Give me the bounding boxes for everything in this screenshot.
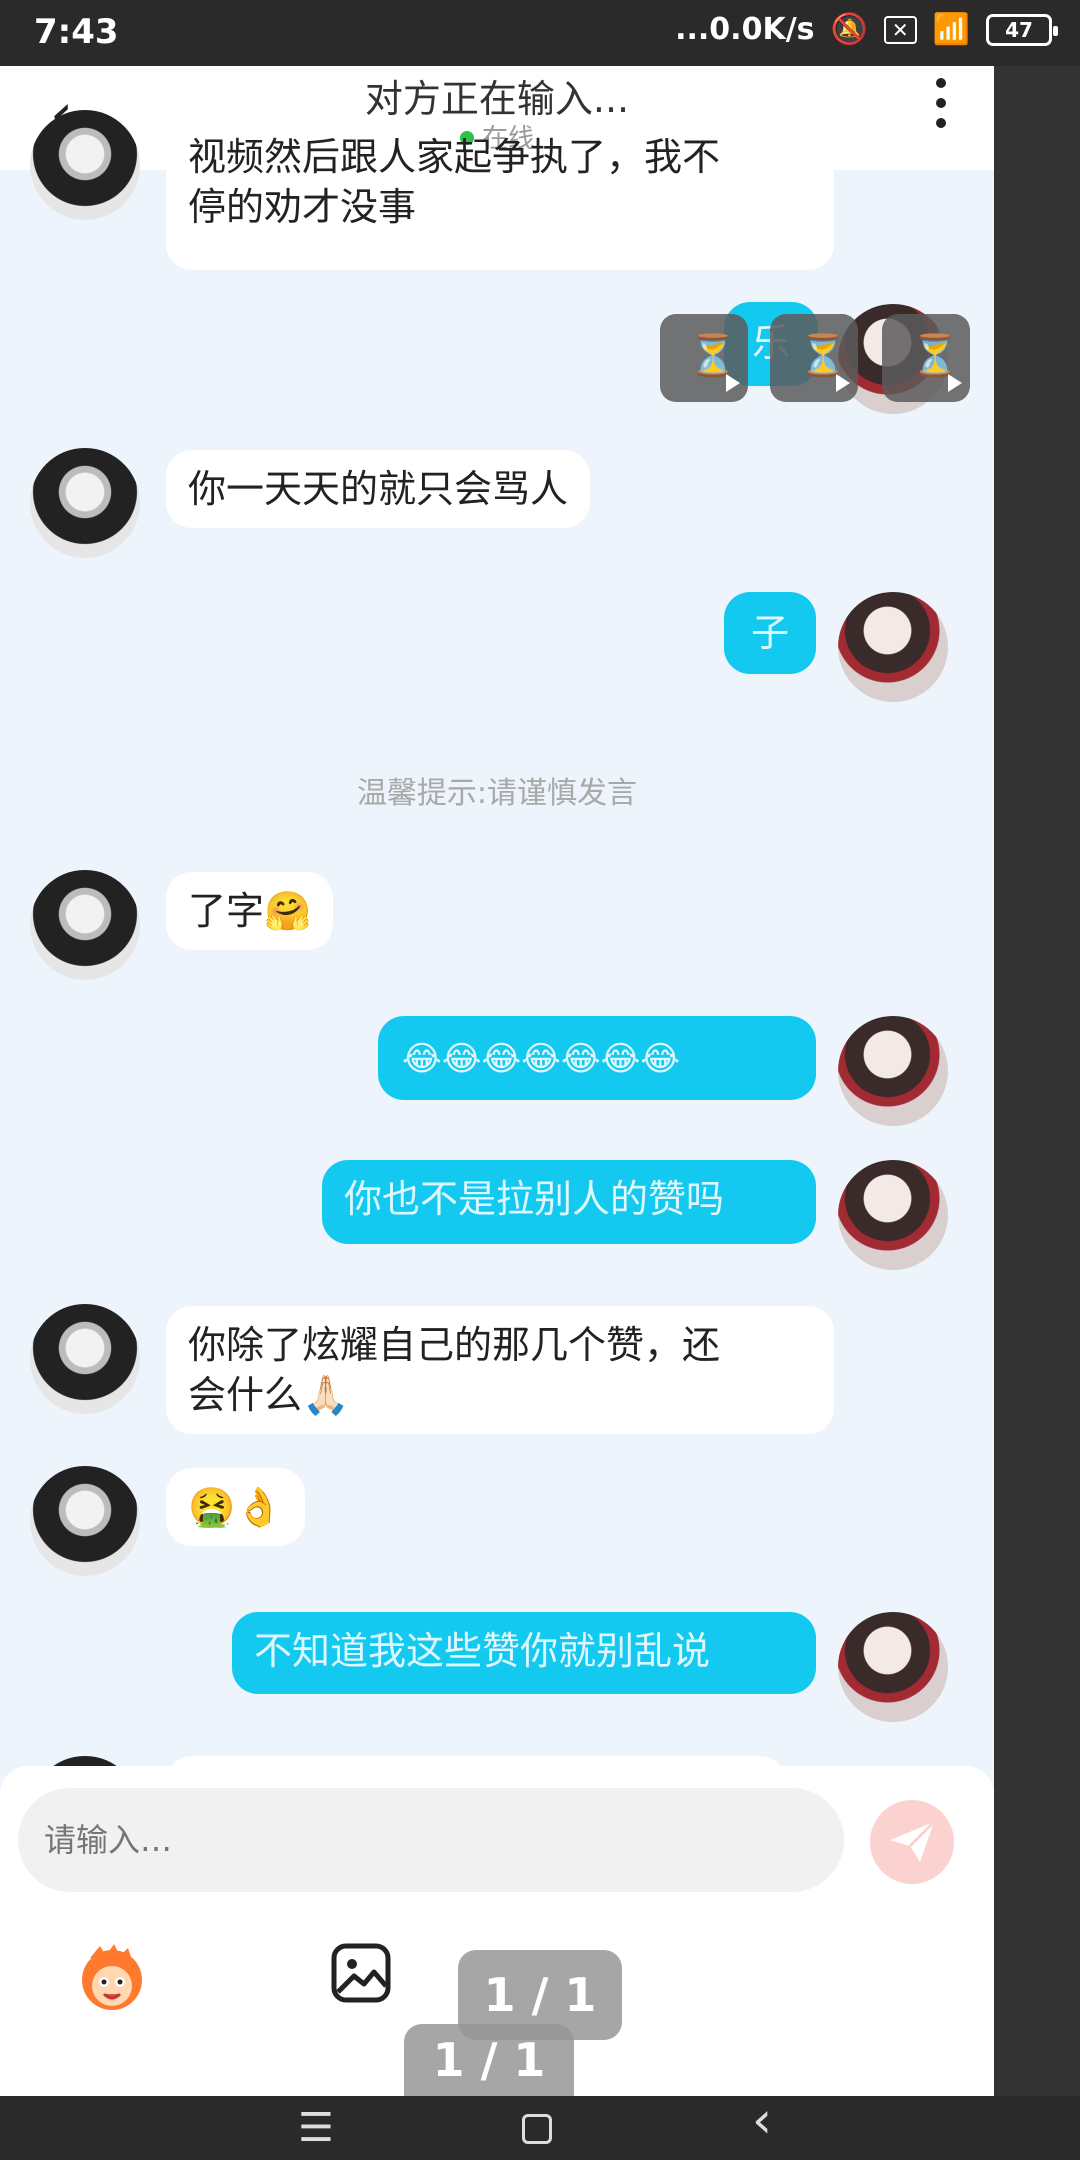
battery-level: 47 [1005, 17, 1033, 42]
play-icon [726, 374, 740, 392]
avatar[interactable] [30, 110, 140, 220]
message-bubble: 你一天天的就只会骂人 [166, 450, 591, 528]
message-text: 不知道我这些赞你就别乱说 [254, 1629, 711, 1673]
hourglass-icon: ⏳ [688, 333, 738, 379]
emoji-face-icon[interactable] [70, 1940, 154, 2012]
avatar[interactable] [838, 1160, 948, 1270]
back-nav-icon[interactable]: ‹ [752, 2095, 772, 2145]
more-vertical-icon[interactable] [936, 78, 950, 128]
side-panel [994, 66, 1080, 2096]
play-icon [948, 374, 962, 392]
wifi-icon: 📶 [932, 12, 970, 47]
avatar[interactable] [30, 448, 140, 558]
avatar[interactable] [30, 1466, 140, 1576]
message-text: 子 [750, 611, 789, 655]
system-tip: 温馨提示:请谨慎发言 [356, 776, 638, 811]
message-text: 视频然后跟人家起争执了，我不 [188, 135, 721, 179]
image-icon[interactable] [330, 1942, 392, 2004]
video-thumb-button[interactable]: ⏳ [770, 314, 858, 402]
message-bubble: 不知道我这些赞你就别乱说 [232, 1612, 816, 1694]
menu-icon[interactable]: ☰ [298, 2108, 334, 2148]
hourglass-icon: ⏳ [910, 333, 960, 379]
chat-title: 对方正在输入... [364, 77, 630, 121]
battery-icon: 47 [986, 13, 1058, 46]
message-bubble: 你除了炫耀自己的那几个赞，还 会什么🙏🏻 [166, 1306, 834, 1434]
message-bubble: 😂😂😂😂😂😂😂 [378, 1016, 816, 1100]
message-bubble: 🤮👌 [166, 1468, 305, 1546]
message-bubble: 子 [724, 592, 816, 674]
send-button[interactable] [870, 1800, 954, 1884]
message-bubble: 视频然后跟人家起争执了，我不 停的劝才没事 [166, 135, 834, 270]
message-text: 停的劝才没事 [188, 185, 417, 229]
message-text: 🤮👌 [188, 1485, 283, 1529]
status-time: 7:43 [34, 12, 119, 52]
message-bubble: 你也不是拉别人的赞吗 [322, 1160, 816, 1244]
message-text: 你除了炫耀自己的那几个赞，还 [188, 1323, 721, 1367]
avatar[interactable] [838, 1016, 948, 1126]
message-bubble: 了字🤗 [166, 872, 334, 950]
message-text: 😂😂😂😂😂😂😂 [402, 1039, 681, 1079]
play-icon [836, 374, 850, 392]
avatar[interactable] [30, 1304, 140, 1414]
avatar[interactable] [838, 592, 948, 702]
send-icon [890, 1820, 936, 1862]
message-text: 你一天天的就只会骂人 [188, 467, 569, 511]
status-bar: 7:43 ...0.0K/s 🔕 ✕ 📶 47 [0, 0, 1080, 66]
system-nav-bar: ☰ ‹ [0, 2095, 1080, 2160]
video-thumb-button[interactable]: ⏳ [660, 314, 748, 402]
message-text: 了字🤗 [188, 889, 312, 933]
message-text: 会什么🙏🏻 [188, 1373, 350, 1417]
avatar[interactable] [30, 870, 140, 980]
page-indicator: 1 / 1 [404, 2024, 574, 2096]
sim-icon: ✕ [883, 15, 917, 44]
mute-icon: 🔕 [830, 12, 868, 47]
hourglass-icon: ⏳ [798, 333, 848, 379]
message-text: 你也不是拉别人的赞吗 [344, 1177, 725, 1221]
message-input[interactable] [18, 1788, 844, 1892]
video-thumb-button[interactable]: ⏳ [882, 314, 970, 402]
chat-page: ‹ 对方正在输入... 在线 视频然后跟人家起争执了，我不 停的劝才没事 乐 ⏳… [0, 66, 994, 2096]
avatar[interactable] [838, 1612, 948, 1722]
home-icon[interactable] [522, 2114, 552, 2144]
network-speed: ...0.0K/s [675, 12, 815, 47]
